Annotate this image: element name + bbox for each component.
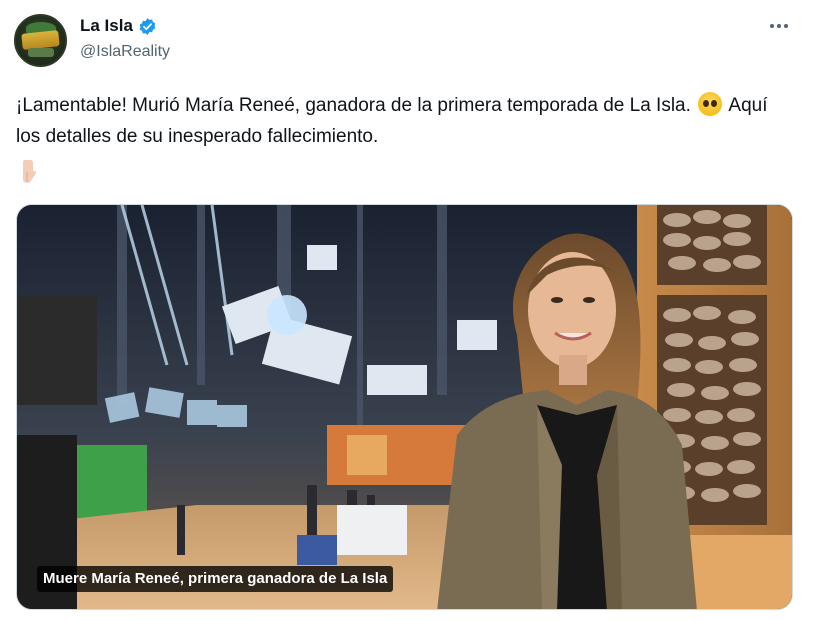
tweet-media-image[interactable]: [16, 204, 793, 610]
name-row: La Isla: [80, 14, 170, 38]
studio-photo: [17, 205, 792, 609]
pleading-face-emoji: [698, 92, 723, 116]
tweet-text-part1: ¡Lamentable! Murió María Reneé, ganadora…: [16, 95, 691, 116]
media-caption: Muere María Reneé, primera ganadora de L…: [37, 566, 394, 592]
more-options-button[interactable]: [766, 16, 792, 36]
display-name[interactable]: La Isla: [80, 16, 133, 36]
avatar-logo-band: [21, 30, 60, 50]
tweet-header: La Isla @IslaReality: [80, 14, 170, 61]
avatar[interactable]: [14, 14, 67, 67]
more-dot: [770, 24, 774, 28]
verified-badge-icon: [139, 17, 156, 35]
tweet-card: La Isla @IslaReality ¡Lamentable! Murió …: [0, 0, 831, 620]
more-dot: [784, 24, 788, 28]
avatar-logo-base: [28, 48, 54, 57]
account-handle[interactable]: @IslaReality: [80, 43, 170, 61]
more-dot: [777, 24, 781, 28]
backhand-index-pointing-down-emoji: [23, 160, 36, 183]
tweet-text: ¡Lamentable! Murió María Reneé, ganadora…: [16, 90, 786, 152]
